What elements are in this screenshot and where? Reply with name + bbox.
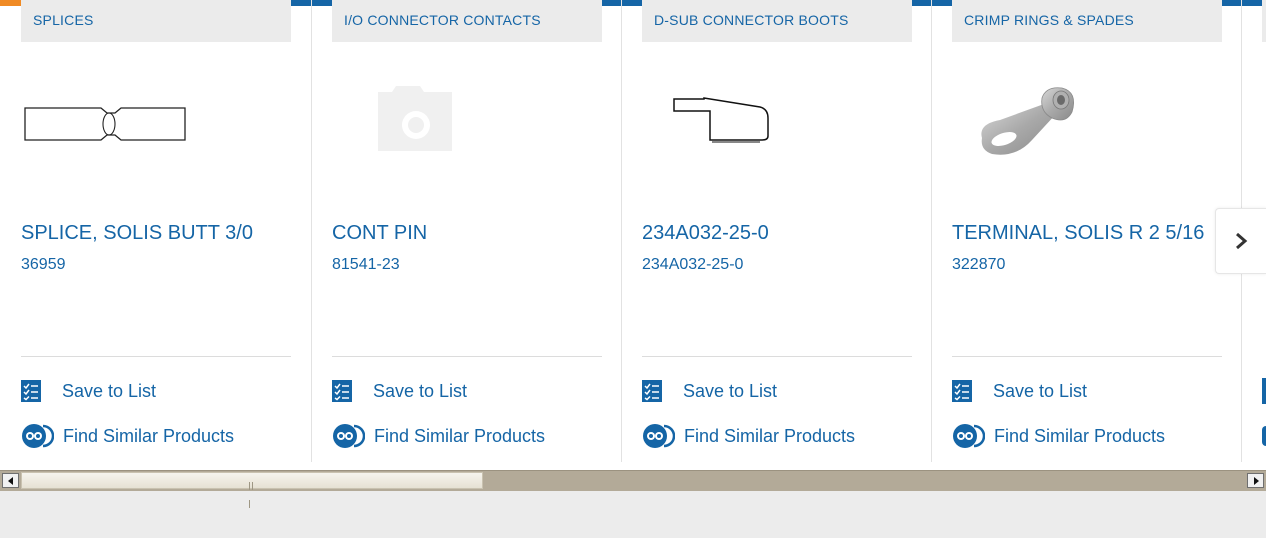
product-part-number[interactable]: 322870 bbox=[952, 256, 1005, 274]
product-carousel: SPLICES SPLICE, SOLIS BUTT 3/0 36959 Sav… bbox=[0, 0, 1266, 470]
category-tab[interactable]: I/O CONNECTOR CONTACTS bbox=[332, 0, 602, 42]
card-divider-line bbox=[642, 356, 912, 357]
find-similar-button[interactable]: Find Similar Products bbox=[642, 422, 855, 450]
product-card: SPLICES SPLICE, SOLIS BUTT 3/0 36959 Sav… bbox=[21, 0, 291, 470]
product-part-number[interactable]: 81541-23 bbox=[332, 256, 400, 274]
product-card: D-SUB CONNECTOR BOOTS 234A032-25-0 234A0… bbox=[642, 0, 912, 470]
product-title-link[interactable]: TERMINAL, SOLIS R 2 5/16 bbox=[952, 222, 1204, 245]
scroll-grip bbox=[249, 477, 256, 508]
category-tab[interactable]: SPLICES bbox=[21, 0, 291, 42]
product-title-link[interactable]: 234A032-25-0 bbox=[642, 222, 769, 245]
category-tab[interactable]: CRIMP RINGS & SPADES bbox=[952, 0, 1222, 42]
find-similar-icon bbox=[22, 424, 54, 448]
chevron-right-icon bbox=[1236, 232, 1248, 250]
save-to-list-button[interactable]: Save to List bbox=[952, 377, 1087, 405]
product-title-link[interactable]: CONT PIN bbox=[332, 222, 427, 245]
arrow-left-icon bbox=[7, 476, 13, 485]
card-separator bbox=[311, 0, 312, 462]
carousel-next-button[interactable] bbox=[1215, 208, 1266, 274]
camera-placeholder-icon[interactable] bbox=[332, 78, 602, 168]
save-to-list-button[interactable]: Save to List bbox=[21, 377, 156, 405]
product-part-number[interactable]: 36959 bbox=[21, 256, 66, 274]
card-divider-line bbox=[952, 356, 1222, 357]
find-similar-label: Find Similar Products bbox=[374, 425, 546, 446]
product-image-ring-terminal[interactable] bbox=[952, 78, 1222, 168]
checklist-icon bbox=[21, 380, 41, 402]
save-to-list-button[interactable]: Save to List bbox=[332, 377, 467, 405]
product-image-dsub-boot[interactable] bbox=[642, 78, 912, 168]
checklist-icon bbox=[332, 380, 352, 402]
card-divider-line bbox=[21, 356, 291, 357]
card-separator bbox=[931, 0, 932, 462]
product-card: CRIMP RINGS & SPADES TERMINAL, SOLIS R 2… bbox=[952, 0, 1222, 470]
card-separator bbox=[621, 0, 622, 462]
product-part-number[interactable]: 234A032-25-0 bbox=[642, 256, 743, 274]
product-title-link[interactable]: SPLICE, SOLIS BUTT 3/0 bbox=[21, 222, 253, 245]
find-similar-icon bbox=[333, 424, 365, 448]
save-to-list-label: Save to List bbox=[993, 380, 1088, 401]
find-similar-button[interactable]: Find Similar Products bbox=[21, 422, 234, 450]
save-to-list-button[interactable]: Save to List bbox=[642, 377, 777, 405]
find-similar-label: Find Similar Products bbox=[684, 425, 856, 446]
category-tab[interactable]: D-SUB CONNECTOR BOOTS bbox=[642, 0, 912, 42]
find-similar-icon bbox=[953, 424, 985, 448]
horizontal-scrollbar[interactable] bbox=[0, 470, 1266, 508]
save-to-list-label: Save to List bbox=[373, 380, 468, 401]
find-similar-label: Find Similar Products bbox=[994, 425, 1166, 446]
scroll-left-button[interactable] bbox=[2, 473, 19, 488]
find-similar-icon bbox=[643, 424, 675, 448]
find-similar-button[interactable]: Find Similar Products bbox=[952, 422, 1165, 450]
find-similar-label: Find Similar Products bbox=[63, 425, 235, 446]
card-divider-line bbox=[332, 356, 602, 357]
find-similar-button[interactable]: Find Similar Products bbox=[332, 422, 545, 450]
arrow-right-icon bbox=[1253, 476, 1259, 485]
checklist-icon bbox=[642, 380, 662, 402]
product-card: I/O CONNECTOR CONTACTS CONT PIN 81541-23… bbox=[332, 0, 602, 470]
product-image-splice[interactable] bbox=[21, 78, 291, 168]
checklist-icon bbox=[952, 380, 972, 402]
scroll-right-button[interactable] bbox=[1247, 473, 1264, 488]
save-to-list-label: Save to List bbox=[62, 380, 157, 401]
scrollbar-thumb[interactable] bbox=[21, 472, 483, 508]
save-to-list-label: Save to List bbox=[683, 380, 778, 401]
